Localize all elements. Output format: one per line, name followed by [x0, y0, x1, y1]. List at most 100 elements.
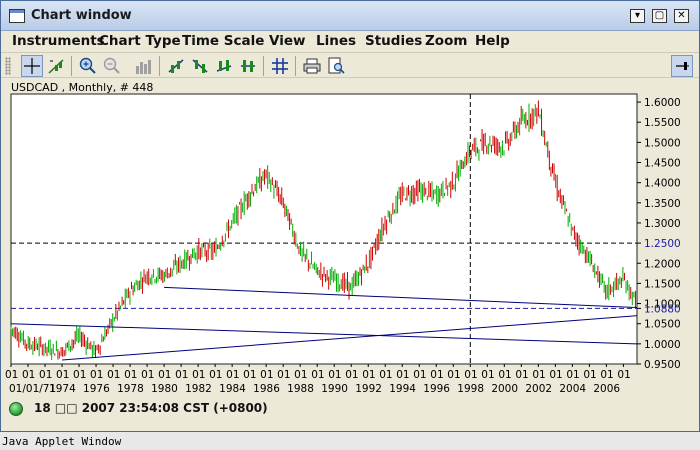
y-tick-label: 1.1500 [644, 278, 681, 290]
toolbar-separator [71, 56, 72, 76]
x-month-label: 01 [464, 369, 477, 381]
crosshair-button[interactable] [21, 55, 43, 77]
x-year-label: 1988 [287, 383, 314, 395]
x-month-label: 01 [22, 369, 35, 381]
connection-status-icon [9, 402, 23, 416]
x-month-label: 01 [413, 369, 426, 381]
menu-lines[interactable]: Lines [316, 33, 356, 49]
y-tick-label: 1.0880 [644, 303, 681, 315]
x-year-label: 1998 [457, 383, 484, 395]
maximize-button[interactable]: ▢ [652, 9, 667, 23]
y-tick-label: 1.5500 [644, 117, 681, 129]
y-tick-label: 1.5000 [644, 137, 681, 149]
trend-up-icon [168, 59, 184, 73]
print-button[interactable] [301, 55, 323, 77]
bar-chart-button[interactable] [132, 55, 154, 77]
x-month-label: 01 [430, 369, 443, 381]
x-month-label: 01 [481, 369, 494, 381]
y-tick-label: 1.0500 [644, 319, 681, 331]
x-month-label: 01 [209, 369, 222, 381]
menu-time-scale[interactable]: Time Scale [182, 33, 264, 49]
y-tick-label: 1.3500 [644, 198, 681, 210]
y-tick-label: 1.4500 [644, 158, 681, 170]
x-year-label: 2000 [491, 383, 518, 395]
draw-line-icon [48, 59, 64, 74]
grid-icon [272, 58, 288, 74]
window-app-icon [9, 9, 25, 23]
trend-cross-icon [216, 60, 232, 72]
toolbar-separator [295, 56, 296, 76]
x-year-label: 2006 [593, 383, 620, 395]
x-month-label: 01 [311, 369, 324, 381]
x-month-label: 01 [498, 369, 511, 381]
x-month-label: 01 [447, 369, 460, 381]
x-month-label: 01 [39, 369, 52, 381]
trend-split-button[interactable] [237, 55, 259, 77]
trend-up-button[interactable] [165, 55, 187, 77]
x-year-label: 1976 [83, 383, 110, 395]
trend-down-icon [192, 59, 208, 73]
pin-button[interactable] [671, 55, 693, 77]
x-month-label: 01 [107, 369, 120, 381]
x-year-label: 1990 [321, 383, 348, 395]
x-month-label: 01 [617, 369, 630, 381]
x-month-label: 01 [124, 369, 137, 381]
x-month-label: 01 [5, 369, 18, 381]
x-year-label: 1992 [355, 383, 382, 395]
zoom-in-icon [79, 57, 96, 74]
toolbar-separator [159, 56, 160, 76]
x-month-label: 01 [345, 369, 358, 381]
x-month-label: 01 [192, 369, 205, 381]
zoom-out-button[interactable] [101, 55, 123, 77]
menu-zoom[interactable]: Zoom [425, 33, 467, 49]
x-year-label: 1994 [389, 383, 416, 395]
toolbar-separator [263, 56, 264, 76]
x-month-label: 01 [243, 369, 256, 381]
menu-view[interactable]: View [269, 33, 305, 49]
minimize-button[interactable]: ▾ [630, 9, 645, 23]
chart-window: Chart window ▾ ▢ ✕ Instruments Chart Typ… [0, 0, 700, 432]
y-tick-label: 1.3000 [644, 218, 681, 230]
x-year-label: 1982 [185, 383, 212, 395]
x-month-label: 01 [56, 369, 69, 381]
price-chart[interactable]: 1.6000 1.5500 1.5000 1.4500 1.4000 1.3500 1.30… [1, 78, 699, 396]
x-month-label: 01 [549, 369, 562, 381]
chart-area: 1.6000 1.5500 1.5000 1.4500 1.4000 1.3500 1.30… [1, 78, 699, 396]
status-timestamp: 18 □□ 2007 23:54:08 CST (+0800) [34, 401, 268, 415]
toolbar-grip[interactable] [5, 57, 11, 75]
title-bar: Chart window ▾ ▢ ✕ [1, 1, 699, 31]
chart-header: USDCAD , Monthly, # 448 [11, 81, 154, 94]
trend-down-button[interactable] [189, 55, 211, 77]
x-year-label: 1980 [151, 383, 178, 395]
zoom-in-button[interactable] [77, 55, 99, 77]
menu-instruments[interactable]: Instruments [12, 33, 105, 49]
x-month-label: 01 [175, 369, 188, 381]
x-year-label: 1986 [253, 383, 280, 395]
draw-line-button[interactable] [45, 55, 67, 77]
y-tick-label: 1.0000 [644, 339, 681, 351]
menu-studies[interactable]: Studies [365, 33, 422, 49]
y-tick-label: 0.9500 [644, 359, 681, 371]
toolbar [1, 52, 699, 78]
menu-help[interactable]: Help [475, 33, 510, 49]
y-tick-label: 1.4000 [644, 178, 681, 190]
x-year-label: 2004 [559, 383, 586, 395]
x-month-label: 01 [583, 369, 596, 381]
trend-split-icon [241, 60, 255, 72]
x-month-label: 01 [396, 369, 409, 381]
close-button[interactable]: ✕ [674, 9, 689, 23]
zoom-out-icon [103, 57, 120, 74]
x-month-label: 01 [260, 369, 273, 381]
menu-chart-type[interactable]: Chart Type [99, 33, 181, 49]
x-year-label: 1984 [219, 383, 246, 395]
x-month-label: 01 [277, 369, 290, 381]
grid-button[interactable] [269, 55, 291, 77]
trend-cross-button[interactable] [213, 55, 235, 77]
print-preview-button[interactable] [325, 55, 347, 77]
x-month-label: 01 [73, 369, 86, 381]
x-year-label: 1974 [49, 383, 76, 395]
crosshair-icon [24, 58, 40, 74]
x-month-label: 01 [379, 369, 392, 381]
x-month-label: 01 [90, 369, 103, 381]
x-year-label: 2002 [525, 383, 552, 395]
